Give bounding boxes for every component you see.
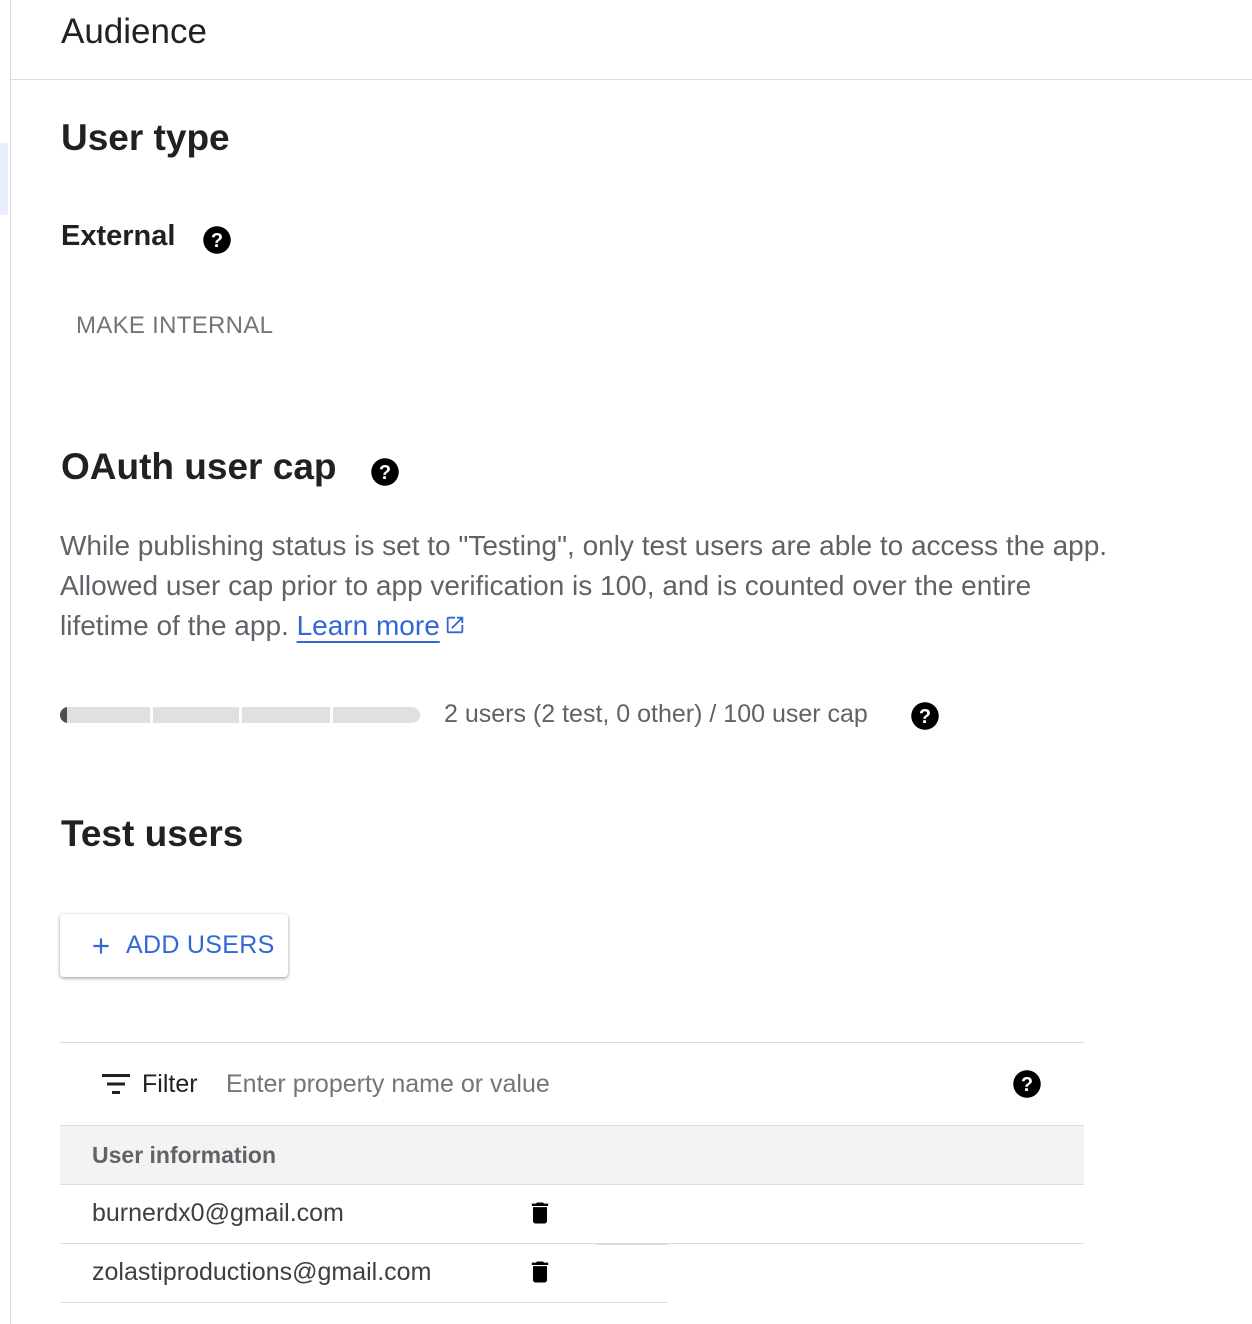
plus-icon (93, 938, 109, 954)
user-cap-progress-fill (60, 707, 67, 723)
svg-text:?: ? (919, 706, 931, 728)
row-divider-line (60, 1302, 668, 1303)
add-users-button[interactable]: ADD USERS (60, 914, 288, 977)
delete-icon[interactable] (526, 1257, 554, 1287)
filter-label: Filter (142, 1070, 198, 1098)
page-title: Audience (61, 12, 207, 51)
filter-input[interactable] (226, 1067, 926, 1101)
user-cap-usage-text: 2 users (2 test, 0 other) / 100 user cap (444, 700, 868, 728)
row-divider-partial (596, 1244, 668, 1245)
help-icon[interactable]: ? (202, 225, 232, 255)
user-email: burnerdx0@gmail.com (92, 1199, 344, 1227)
filter-bar: Filter ? (60, 1043, 1084, 1126)
progress-segment-divider (330, 707, 333, 723)
user-type-value: External (61, 220, 176, 252)
user-email: zolastiproductions@gmail.com (92, 1258, 432, 1286)
table-row: zolastiproductions@gmail.com (60, 1244, 1084, 1302)
add-users-label: ADD USERS (126, 931, 275, 959)
progress-segment-divider (239, 707, 242, 723)
oauth-cap-description: While publishing status is set to "Testi… (60, 526, 1120, 646)
svg-text:?: ? (211, 230, 223, 252)
delete-icon[interactable] (526, 1198, 554, 1228)
oauth-cap-description-text: While publishing status is set to "Testi… (60, 530, 1108, 641)
learn-more-label: Learn more (296, 610, 440, 641)
test-users-table: Filter ? User information burnerdx0@gmai… (60, 1042, 1084, 1303)
filter-icon[interactable] (102, 1073, 130, 1095)
oauth-user-cap-heading: OAuth user cap (61, 446, 337, 487)
left-divider (10, 0, 11, 1324)
sidebar-selection-accent (0, 143, 8, 215)
svg-text:?: ? (1021, 1074, 1033, 1096)
test-users-heading: Test users (61, 813, 244, 854)
help-icon[interactable]: ? (910, 701, 940, 731)
user-type-heading: User type (61, 117, 230, 158)
learn-more-link[interactable]: Learn more (297, 610, 440, 641)
table-header-row: User information (60, 1126, 1084, 1185)
make-internal-button[interactable]: MAKE INTERNAL (76, 312, 273, 340)
user-cap-progress-bar (60, 707, 420, 723)
help-icon[interactable]: ? (1012, 1069, 1042, 1099)
svg-text:?: ? (379, 462, 391, 484)
audience-page: Audience User type External ? MAKE INTER… (0, 0, 1252, 1324)
column-header-user-information: User information (92, 1142, 277, 1168)
external-link-icon (446, 616, 464, 634)
progress-segment-divider (150, 707, 153, 723)
page-header: Audience (11, 0, 1252, 80)
help-icon[interactable]: ? (370, 457, 400, 487)
table-row: burnerdx0@gmail.com (60, 1185, 1084, 1243)
